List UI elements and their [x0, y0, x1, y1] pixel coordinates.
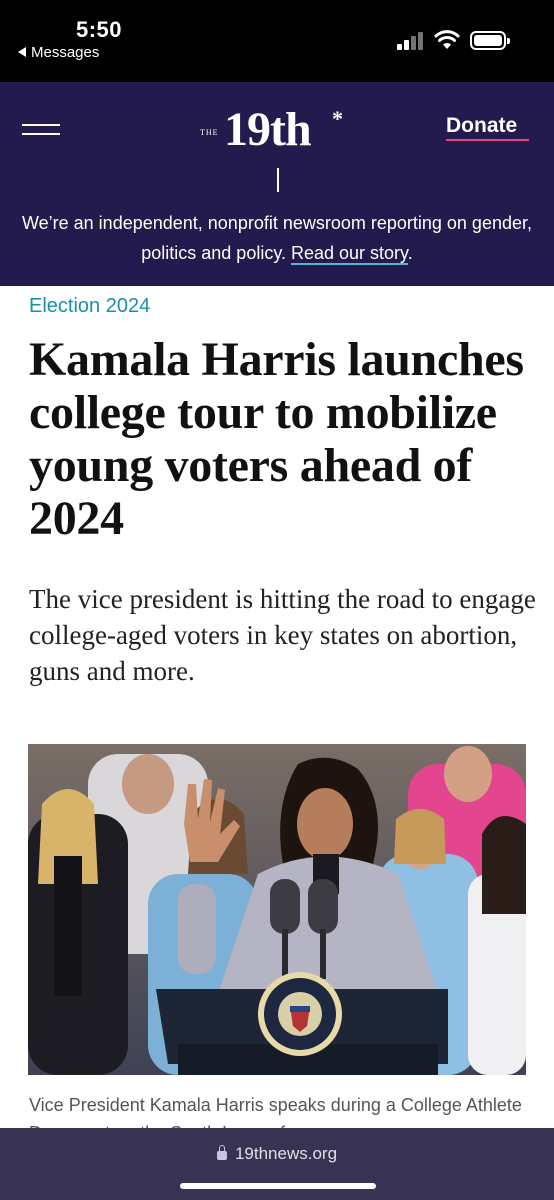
status-bar: 5:50 Messages — [0, 0, 554, 82]
article-category[interactable]: Election 2024 — [29, 295, 150, 318]
logo-star: * — [332, 106, 343, 131]
article-dek: The vice president is hitting the road t… — [29, 584, 536, 686]
home-indicator[interactable] — [180, 1183, 376, 1189]
wifi-icon — [434, 30, 460, 49]
photo-illustration — [28, 744, 526, 1075]
logo-prefix: THE — [200, 128, 219, 137]
donate-underline — [446, 139, 529, 141]
photo-caption: Vice President Kamala Harris speaks duri… — [29, 1095, 522, 1128]
tagline-end: . — [407, 243, 413, 263]
article-photo[interactable] — [28, 744, 526, 1075]
tagline-text: We’re an independent, nonprofit newsroom… — [21, 213, 532, 263]
article: Election 2024 Kamala Harris launches col… — [0, 286, 554, 1128]
read-our-story-link[interactable]: Read our story — [291, 243, 408, 265]
cellular-signal-icon — [397, 32, 425, 50]
article-headline: Kamala Harris launches college tour to m… — [29, 333, 524, 545]
back-arrow-icon — [18, 47, 26, 57]
lock-icon — [216, 1145, 227, 1160]
donate-link[interactable]: Donate — [446, 114, 517, 138]
url-text: 19thnews.org — [234, 1144, 338, 1163]
battery-icon — [470, 31, 510, 50]
url-display[interactable]: 19thnews.org — [0, 1144, 554, 1164]
browser-url-bar[interactable]: 19thnews.org — [0, 1128, 554, 1200]
site-logo[interactable]: THE 19th * — [200, 104, 360, 164]
site-tagline: We’re an independent, nonprofit newsroom… — [0, 208, 554, 268]
logo-wordmark: 19th — [224, 103, 312, 156]
menu-icon[interactable] — [22, 124, 60, 136]
back-to-messages-button[interactable]: Messages — [18, 44, 99, 61]
back-label: Messages — [31, 44, 100, 61]
text-cursor — [277, 168, 279, 192]
status-time: 5:50 — [76, 17, 123, 42]
